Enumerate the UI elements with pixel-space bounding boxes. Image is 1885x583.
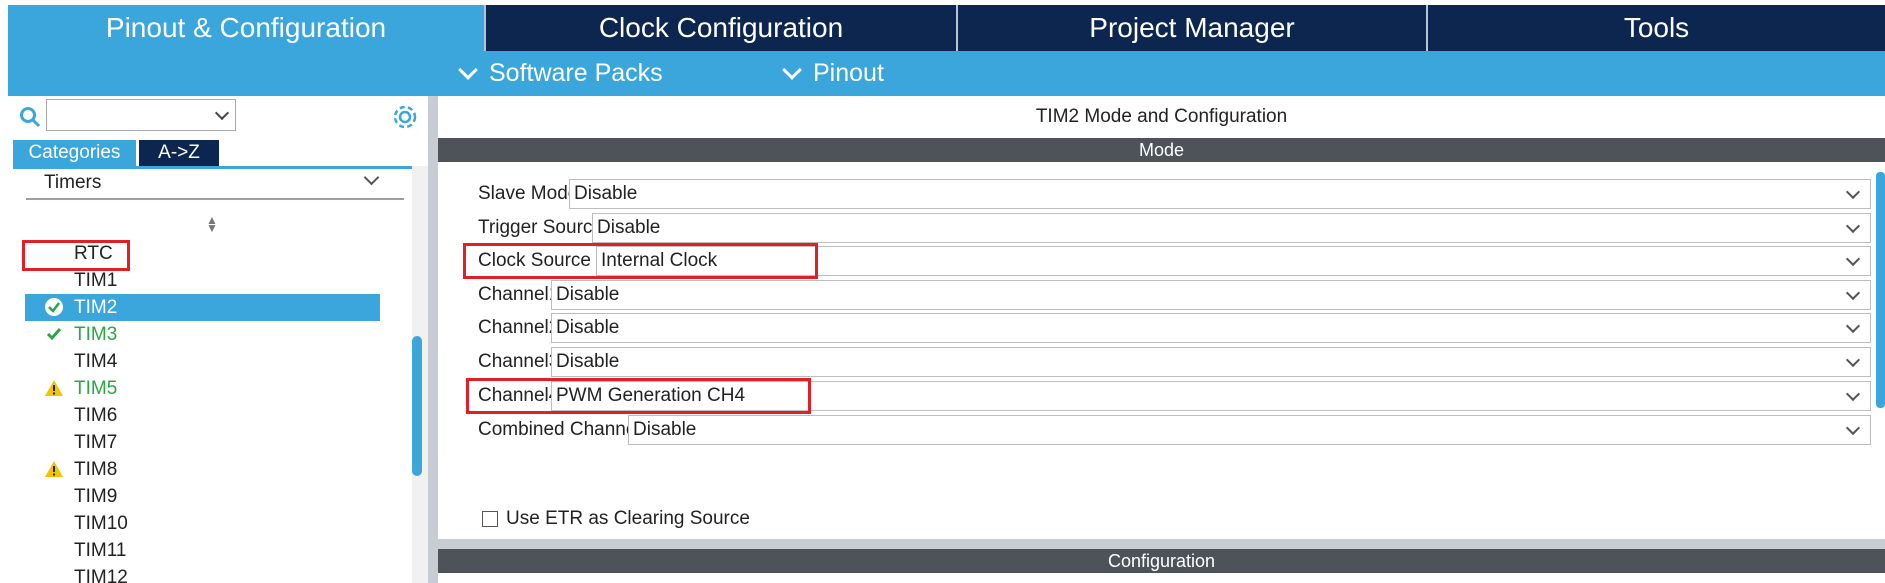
tab-clock-configuration[interactable]: Clock Configuration (484, 5, 956, 51)
list-item-tim5[interactable]: TIM5 (8, 375, 380, 402)
field-label: Channel3 (478, 351, 560, 372)
sort-icon[interactable]: ▲ ▼ (206, 214, 218, 234)
check-circle-icon (45, 298, 63, 316)
check-icon (46, 328, 62, 341)
configuration-section-header[interactable]: Configuration (438, 549, 1885, 573)
right-panel: TIM2 Mode and Configuration Mode Slave M… (438, 96, 1885, 583)
tab-tools[interactable]: Tools (1426, 5, 1885, 51)
chevron-down-icon (1845, 285, 1861, 301)
list-item-tim7[interactable]: TIM7 (8, 429, 380, 456)
list-item-tim8[interactable]: TIM8 (8, 456, 380, 483)
field-trigger-source: Trigger Source Disable (478, 213, 1871, 243)
field-slave-mode: Slave Mode Disable (478, 179, 1871, 209)
highlight-box-tim2 (22, 240, 130, 271)
chevron-down-icon (458, 59, 478, 80)
warning-icon (45, 461, 63, 477)
field-label: Channel1 (478, 284, 560, 305)
field-channel1: Channel1 Disable (478, 280, 1871, 310)
software-packs-menu[interactable]: Software Packs (458, 51, 663, 96)
sub-menu-bar: Software Packs Pinout (8, 51, 1885, 96)
left-panel: Categories A->Z Timers ▲ ▼ RTC TIM1 TIM2 … (8, 96, 428, 583)
list-item-tim6[interactable]: TIM6 (8, 402, 380, 429)
etr-checkbox-label: Use ETR as Clearing Source (506, 508, 750, 529)
software-packs-label: Software Packs (489, 59, 663, 87)
chevron-down-icon (1845, 420, 1861, 436)
field-channel3: Channel3 Disable (478, 347, 1871, 377)
channel2-select[interactable]: Disable (551, 313, 1871, 343)
list-item-tim2[interactable]: TIM2 (25, 294, 380, 321)
list-item-tim12[interactable]: TIM12 (8, 564, 380, 583)
channel3-select[interactable]: Disable (551, 347, 1871, 377)
chevron-down-icon (1845, 218, 1861, 234)
category-dropdown[interactable]: Timers (44, 172, 101, 194)
etr-checkbox-row[interactable]: Use ETR as Clearing Source (482, 508, 750, 530)
field-label: Channel2 (478, 317, 560, 338)
panel-splitter[interactable] (428, 96, 438, 583)
chevron-down-icon (782, 59, 802, 80)
field-combined-channels: Combined Channels Disable (478, 415, 1871, 445)
channel1-select[interactable]: Disable (551, 280, 1871, 310)
chevron-down-icon[interactable] (363, 169, 380, 186)
chevron-down-icon (1845, 318, 1861, 334)
tab-categories[interactable]: Categories (13, 140, 136, 166)
section-splitter[interactable] (438, 539, 1885, 549)
trigger-source-select[interactable]: Disable (592, 213, 1871, 243)
chevron-down-icon (1845, 251, 1861, 267)
slave-mode-select[interactable]: Disable (569, 179, 1871, 209)
mode-fields: Slave Mode Disable Trigger Source Disabl… (438, 162, 1885, 539)
etr-checkbox[interactable] (482, 511, 498, 527)
pinout-label: Pinout (813, 59, 884, 87)
list-scrollbar-thumb[interactable] (412, 336, 422, 476)
tab-project-manager[interactable]: Project Manager (956, 5, 1426, 51)
field-label: Combined Channels (478, 419, 651, 440)
gear-icon[interactable] (390, 102, 420, 132)
chevron-down-icon (1845, 352, 1861, 368)
panel-title: TIM2 Mode and Configuration (1035, 106, 1288, 127)
top-tab-bar: Pinout & Configuration Clock Configurati… (8, 5, 1885, 51)
mode-section-header[interactable]: Mode (438, 138, 1885, 162)
list-item-tim3[interactable]: TIM3 (8, 321, 380, 348)
mode-scrollbar-thumb[interactable] (1876, 172, 1885, 408)
tab-a-to-z[interactable]: A->Z (139, 140, 219, 166)
combined-channels-select[interactable]: Disable (628, 415, 1871, 445)
tab-pinout-configuration[interactable]: Pinout & Configuration (8, 5, 484, 51)
list-item-tim11[interactable]: TIM11 (8, 537, 380, 564)
list-item-tim1[interactable]: TIM1 (8, 267, 380, 294)
chevron-down-icon (1845, 184, 1861, 200)
chevron-down-icon (1845, 386, 1861, 402)
highlight-box-channel4 (466, 378, 811, 414)
pinout-menu[interactable]: Pinout (782, 51, 884, 96)
search-icon[interactable] (19, 106, 41, 128)
list-item-tim9[interactable]: TIM9 (8, 483, 380, 510)
list-item-tim10[interactable]: TIM10 (8, 510, 380, 537)
field-label: Slave Mode (478, 183, 579, 204)
warning-icon (45, 380, 63, 396)
chevron-down-icon (214, 105, 230, 121)
field-channel2: Channel2 Disable (478, 313, 1871, 343)
tab-underline (13, 166, 428, 169)
stm32cubemx-window: Pinout & Configuration Clock Configurati… (0, 0, 1885, 583)
field-label: Trigger Source (478, 217, 603, 238)
peripheral-list: RTC TIM1 TIM2 TIM3 TIM4 TIM5 TIM6 TIM7 T… (8, 240, 380, 583)
list-item-tim4[interactable]: TIM4 (8, 348, 380, 375)
highlight-box-clock-source (463, 243, 818, 279)
divider (26, 198, 404, 200)
search-combo-box[interactable] (46, 99, 236, 131)
